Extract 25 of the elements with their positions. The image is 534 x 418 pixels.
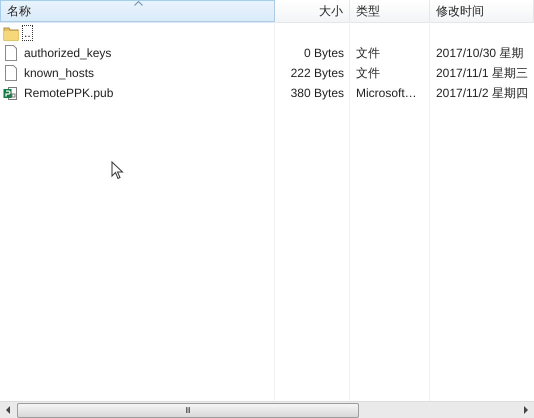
file-name[interactable]: known_hosts xyxy=(22,65,96,81)
file-icon xyxy=(3,45,19,61)
file-icon xyxy=(3,65,19,81)
file-size: 380 Bytes xyxy=(290,86,344,100)
file-size: 0 Bytes xyxy=(304,46,344,60)
column-header[interactable]: 名称 xyxy=(0,0,275,22)
scroll-left-arrow-icon[interactable] xyxy=(6,406,11,414)
file-type: 文件 xyxy=(356,64,380,82)
file-name[interactable]: RemotePPK.pub xyxy=(22,85,116,101)
folder-icon xyxy=(3,25,19,41)
file-type: 文件 xyxy=(356,44,380,62)
mouse-cursor-icon xyxy=(111,161,125,181)
scroll-right-arrow-icon[interactable] xyxy=(523,406,528,414)
scrollbar-thumb[interactable]: Ⅲ xyxy=(17,402,359,418)
file-name[interactable]: authorized_keys xyxy=(22,45,114,61)
publisher-file-icon xyxy=(3,85,19,101)
column-header[interactable]: 类型 xyxy=(350,0,430,22)
file-name[interactable]: .. xyxy=(22,25,33,41)
column-header[interactable]: 大小 xyxy=(275,0,350,22)
file-size: 222 Bytes xyxy=(290,66,344,80)
modified-date: 2017/11/2 星期四 xyxy=(436,84,528,102)
file-type: Microsoft… xyxy=(356,86,417,100)
modified-date: 2017/11/1 星期三 xyxy=(436,64,528,82)
modified-date: 2017/10/30 星期 xyxy=(436,44,524,62)
column-header[interactable]: 修改时间 xyxy=(430,0,534,22)
